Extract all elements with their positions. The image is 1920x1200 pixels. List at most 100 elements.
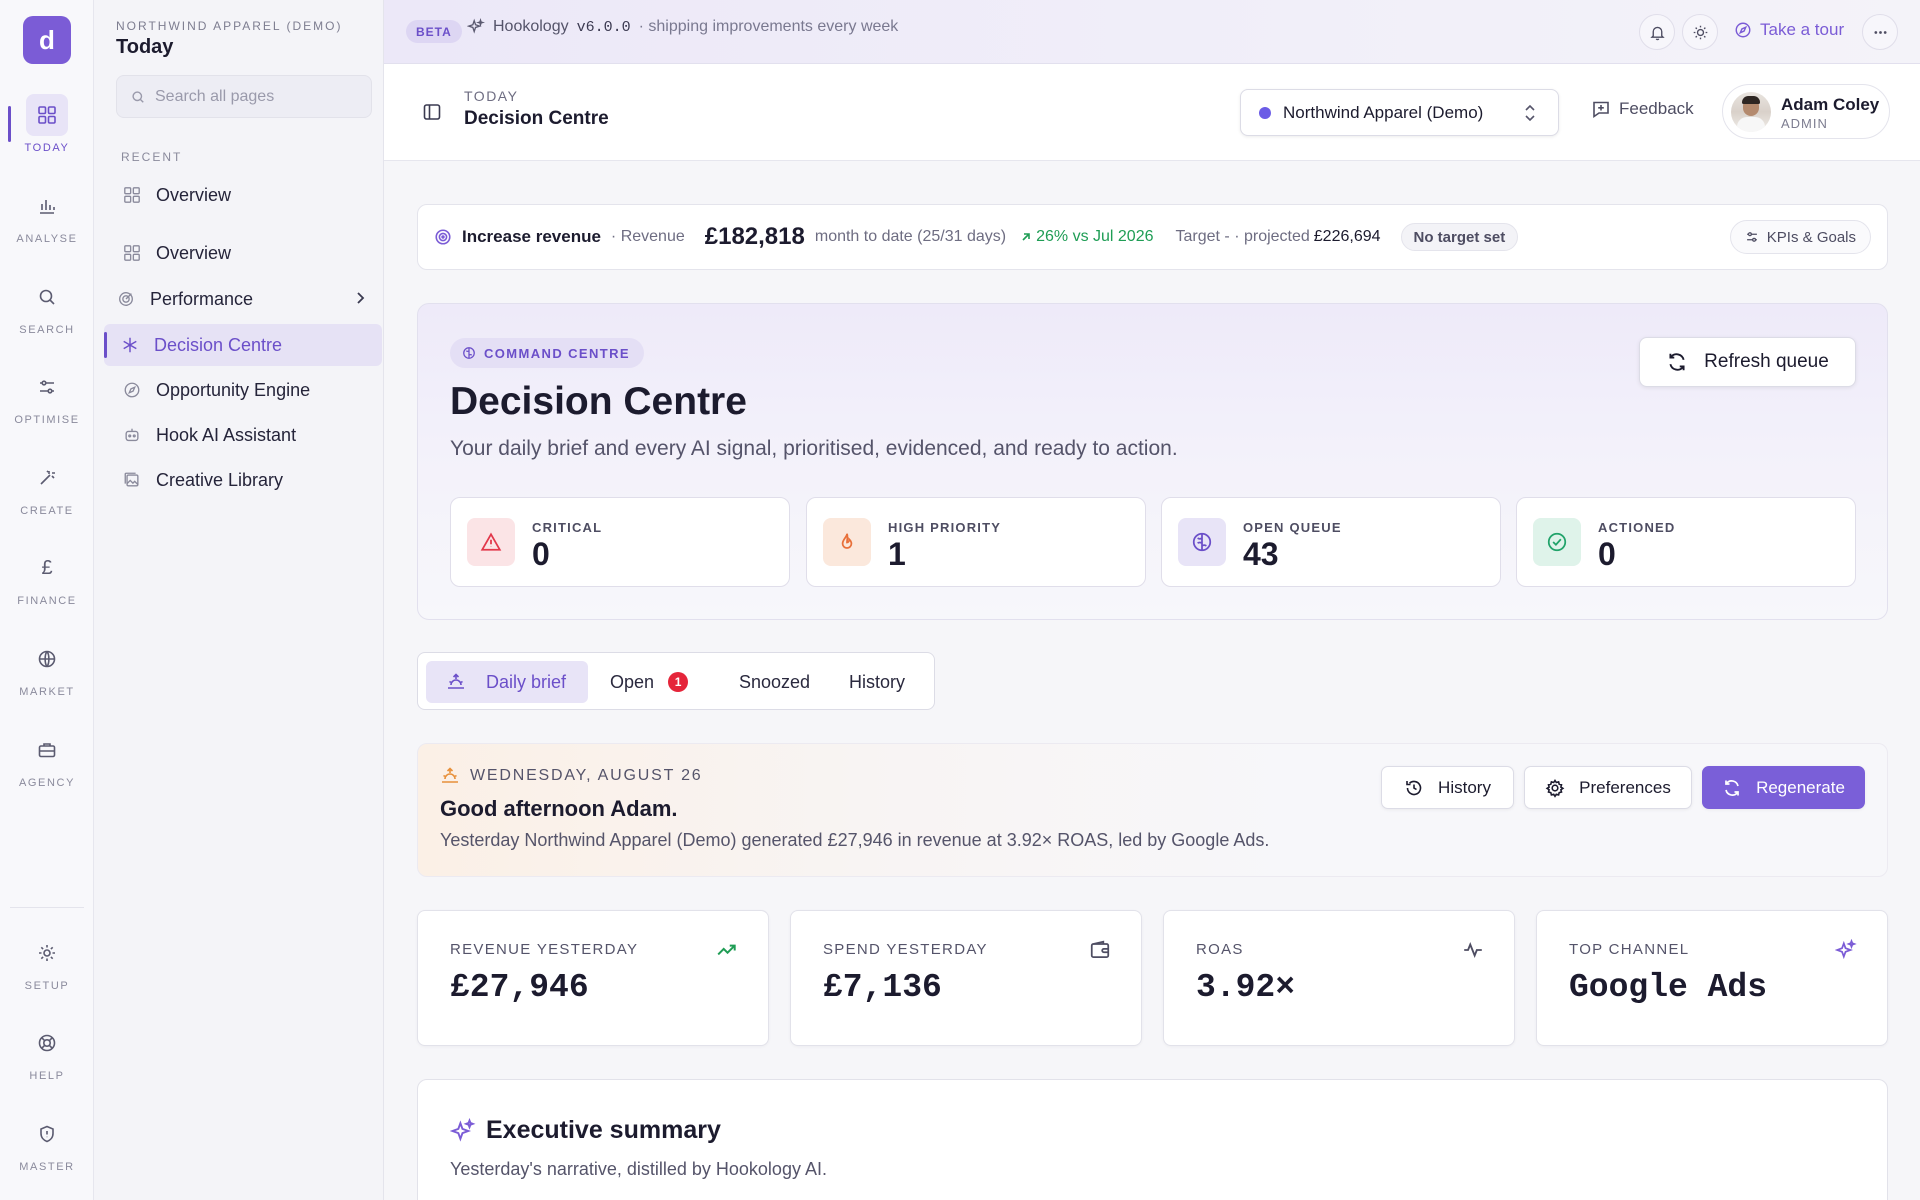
tab-daily-brief[interactable]: Daily brief <box>426 661 588 703</box>
executive-summary-subtitle: Yesterday's narrative, distilled by Hook… <box>450 1159 827 1179</box>
more-options-button[interactable] <box>1862 14 1898 50</box>
page-header: TODAY Decision Centre Northwind Apparel … <box>384 64 1920 161</box>
sidebar-item-opportunity-engine[interactable]: Opportunity Engine <box>106 369 384 411</box>
tab-snoozed[interactable]: Snoozed <box>739 661 810 703</box>
rail-item-today[interactable]: TODAY <box>0 94 94 174</box>
org-select-value: Northwind Apparel (Demo) <box>1283 102 1484 122</box>
rail-item-search[interactable]: SEARCH <box>0 276 94 356</box>
target-icon <box>116 289 136 309</box>
grid-icon <box>122 185 142 205</box>
brain-icon <box>462 346 476 360</box>
regenerate-button[interactable]: Regenerate <box>1702 766 1865 809</box>
command-centre-label: COMMAND CENTRE <box>484 345 630 361</box>
arrow-up-right-icon <box>1020 231 1032 243</box>
metric-card-spend: SPEND YESTERDAY £7,136 <box>790 910 1142 1046</box>
sidebar-search[interactable] <box>116 75 372 118</box>
chevron-right-icon[interactable] <box>352 290 368 306</box>
rail-item-setup[interactable]: SETUP <box>0 932 94 1012</box>
metric-value: 3.92× <box>1196 969 1296 1006</box>
rail-label: AGENCY <box>18 777 76 789</box>
rail-item-finance[interactable]: £ FINANCE <box>0 547 94 627</box>
theme-toggle-button[interactable] <box>1682 14 1718 50</box>
app-version: v6.0.0 <box>576 18 631 36</box>
metric-card-top-channel: TOP CHANNEL Google Ads <box>1536 910 1888 1046</box>
stat-high-priority[interactable]: HIGH PRIORITY 1 <box>806 497 1146 587</box>
notifications-button[interactable] <box>1639 14 1675 50</box>
sidebar-item-label: Overview <box>156 242 232 263</box>
compass-icon <box>122 380 142 400</box>
user-name: Adam Coley <box>1781 95 1880 114</box>
sun-gear-icon <box>26 932 68 974</box>
brief-history-button[interactable]: History <box>1381 766 1514 809</box>
rail-item-help[interactable]: HELP <box>0 1022 94 1102</box>
sunrise-icon <box>440 766 460 786</box>
rail-item-master[interactable]: MASTER <box>0 1113 94 1193</box>
page-title: Decision Centre <box>464 108 609 129</box>
tab-label: History <box>849 671 906 692</box>
stat-critical[interactable]: CRITICAL 0 <box>450 497 790 587</box>
wallet-icon <box>1089 939 1111 961</box>
recent-heading: RECENT <box>121 150 183 164</box>
sidebar-toggle-icon[interactable] <box>422 102 442 122</box>
tour-label: Take a tour <box>1760 20 1845 39</box>
search-icon <box>131 90 145 104</box>
brief-date-label: WEDNESDAY, AUGUST 26 <box>470 767 703 784</box>
stat-label: CRITICAL <box>532 520 603 535</box>
take-a-tour-link[interactable]: Take a tour <box>1734 20 1844 40</box>
recent-item-overview[interactable]: Overview <box>106 174 384 216</box>
rail-item-analyse[interactable]: ANALYSE <box>0 185 94 265</box>
sidebar-item-decision-centre[interactable]: Decision Centre <box>104 324 382 366</box>
tab-history[interactable]: History <box>849 661 905 703</box>
stat-open-queue[interactable]: OPEN QUEUE 43 <box>1161 497 1501 587</box>
app-logo[interactable]: d <box>23 16 71 64</box>
hero-title: Decision Centre <box>450 380 747 423</box>
rail-item-optimise[interactable]: OPTIMISE <box>0 366 94 446</box>
chevron-up-down-icon <box>1520 102 1540 124</box>
user-menu[interactable]: Adam Coley ADMIN <box>1722 84 1890 139</box>
metric-value: £7,136 <box>823 969 942 1006</box>
organisation-selector[interactable]: Northwind Apparel (Demo) <box>1240 89 1559 136</box>
rail-label: CREATE <box>20 505 74 517</box>
preferences-button[interactable]: Preferences <box>1524 766 1692 809</box>
stat-actioned[interactable]: ACTIONED 0 <box>1516 497 1856 587</box>
rail-item-create[interactable]: CREATE <box>0 457 94 537</box>
metric-label: ROAS <box>1196 941 1244 958</box>
kpis-goals-button[interactable]: KPIs & Goals <box>1729 220 1871 254</box>
sparkle-icon <box>467 18 485 36</box>
sidebar-item-performance[interactable]: Performance <box>106 278 384 320</box>
goal-delta-label: 26% vs Jul 2026 <box>1036 228 1154 245</box>
globe-icon <box>26 638 68 680</box>
tab-label: Daily brief <box>486 671 567 692</box>
search-input[interactable] <box>155 87 355 106</box>
lifebuoy-icon <box>26 1022 68 1064</box>
sidebar-item-label: Opportunity Engine <box>156 379 311 400</box>
goal-target: Target - · projected <box>1175 228 1310 245</box>
announcement-bar: BETA Hookology v6.0.0 · shipping improve… <box>384 0 1920 64</box>
rail-item-market[interactable]: MARKET <box>0 638 94 718</box>
org-status-dot <box>1259 106 1271 119</box>
kpis-goals-label: KPIs & Goals <box>1766 228 1856 246</box>
sidebar-item-label: Decision Centre <box>154 334 283 355</box>
sidebar-item-label: Overview <box>156 184 232 205</box>
icon-rail: d TODAY ANALYSE SEARCH OPTIMISE CREATE £… <box>0 0 94 1200</box>
tab-label: Snoozed <box>739 671 811 692</box>
rail-label: HELP <box>29 1070 65 1082</box>
bar-chart-icon <box>26 185 68 227</box>
tab-open[interactable]: Open 1 <box>610 661 689 703</box>
stat-value: 1 <box>888 536 906 572</box>
sidebar-item-creative-library[interactable]: Creative Library <box>106 459 384 501</box>
sidebar-item-overview[interactable]: Overview <box>106 232 384 274</box>
release-tagline: · shipping improvements every week <box>638 18 899 35</box>
sunrise-icon <box>446 672 466 692</box>
daily-brief-card: WEDNESDAY, AUGUST 26 Good afternoon Adam… <box>417 743 1888 877</box>
feedback-button[interactable]: Feedback <box>1591 99 1694 119</box>
refresh-queue-button[interactable]: Refresh queue <box>1639 337 1856 387</box>
brain-icon <box>1178 518 1226 566</box>
breadcrumb: TODAY <box>464 88 519 104</box>
sliders-icon <box>26 366 68 408</box>
sidebar-item-hook-ai-assistant[interactable]: Hook AI Assistant <box>106 414 384 456</box>
rail-item-agency[interactable]: AGENCY <box>0 729 94 809</box>
rail-label: SEARCH <box>19 324 75 336</box>
stat-label: HIGH PRIORITY <box>888 520 1002 535</box>
sidebar-item-label: Creative Library <box>156 469 284 490</box>
